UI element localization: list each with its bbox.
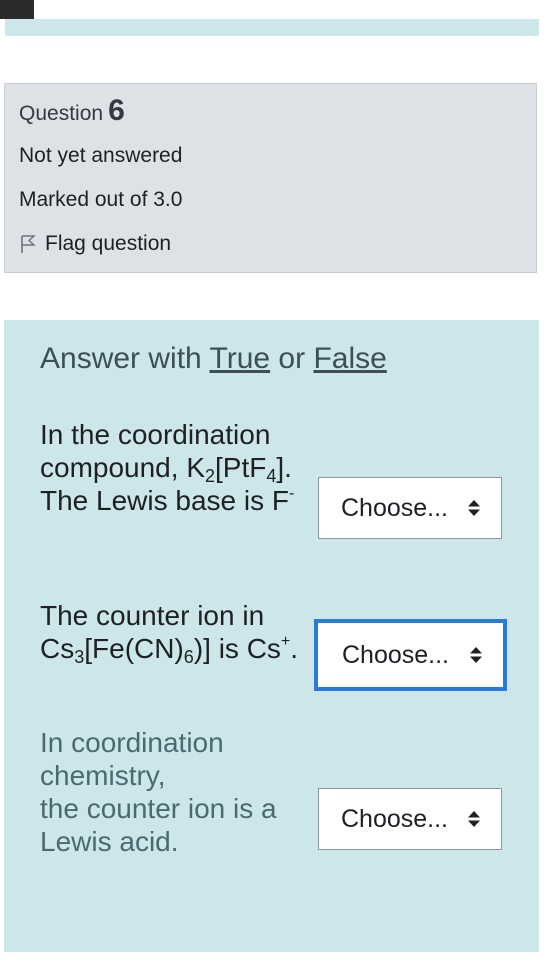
answer-select-2[interactable]: Choose... <box>314 619 507 691</box>
question-number-label: Question 6 <box>19 94 125 128</box>
question-content-panel: Answer with True or False In the coordin… <box>4 320 539 952</box>
question-grade: Marked out of 3.0 <box>19 188 183 211</box>
stem-2-end: . <box>290 633 299 664</box>
stem-2-tail: is Cs <box>210 633 281 664</box>
question-number: 6 <box>108 94 125 127</box>
prompt-mid: or <box>270 342 314 375</box>
stem-2-formula: Cs3[Fe(CN)6)] <box>40 633 211 667</box>
flag-question-link[interactable]: Flag question <box>19 232 171 256</box>
select-arrows-icon <box>467 499 481 517</box>
answer-select-1[interactable]: Choose... <box>318 477 502 539</box>
stem-2-text: The counter ion in <box>40 600 265 631</box>
match-stem-1: In the coordination compound, K2[PtF4]. … <box>40 418 310 517</box>
flag-question-label: Flag question <box>45 232 172 255</box>
previous-question-panel-edge <box>5 19 539 36</box>
prompt-pre: Answer with <box>40 342 210 375</box>
question-prompt: Answer with True or False <box>40 342 387 376</box>
answer-select-3[interactable]: Choose... <box>318 788 502 850</box>
question-info-panel: Question 6 Not yet answered Marked out of… <box>4 83 537 273</box>
match-stem-3: In coordination chemistry, the counter i… <box>40 726 310 858</box>
question-word: Question <box>19 102 104 125</box>
prompt-true: True <box>209 342 271 375</box>
select-arrows-icon <box>467 810 481 828</box>
stem-3-line1: In coordination chemistry, <box>40 727 224 791</box>
top-dark-corner <box>0 0 34 19</box>
select-3-value: Choose... <box>341 804 449 833</box>
match-stem-2: The counter ion in Cs3[Fe(CN)6)] is Cs+. <box>40 599 310 667</box>
question-state: Not yet answered <box>19 144 183 167</box>
select-2-value: Choose... <box>342 640 450 669</box>
select-arrows-icon <box>469 646 483 664</box>
flag-icon <box>21 235 36 253</box>
stem-3-line2: the counter ion is a Lewis acid. <box>40 793 277 857</box>
select-1-value: Choose... <box>341 493 449 522</box>
stem-2-superscript: + <box>280 633 291 650</box>
stem-1-formula: K2[PtF4] <box>186 452 285 486</box>
stem-1-superscript: - <box>289 485 295 502</box>
prompt-false: False <box>313 342 387 375</box>
